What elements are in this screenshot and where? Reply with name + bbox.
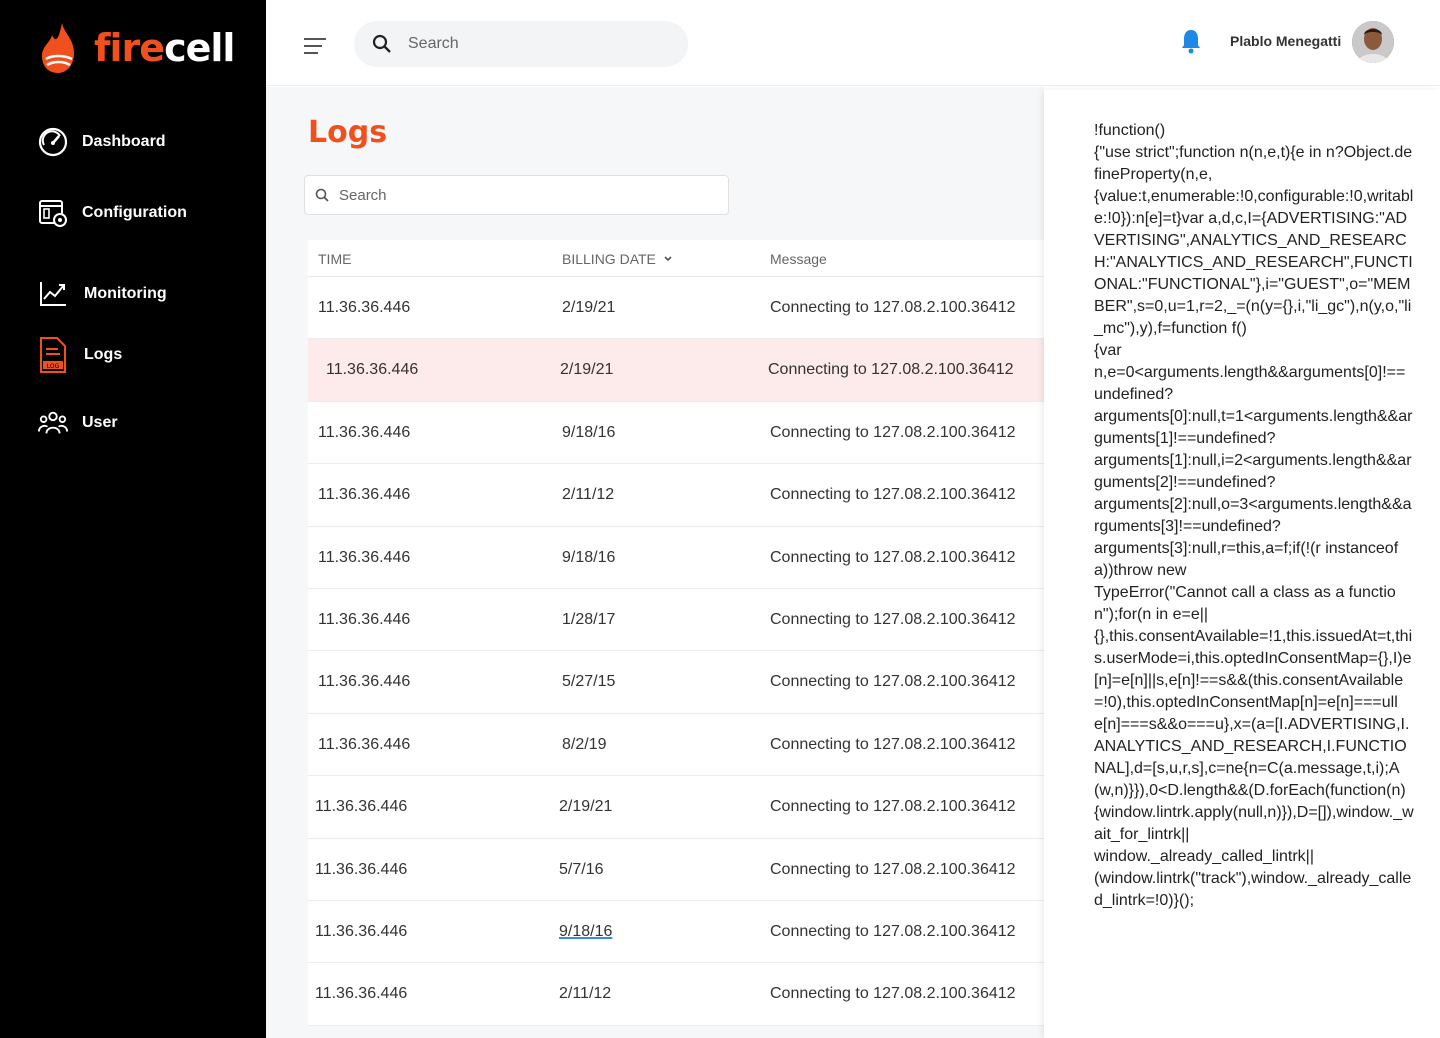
- cell-message: Connecting to 127.08.2.100.36412: [770, 486, 1016, 504]
- sidebar-item-monitoring[interactable]: Monitoring: [38, 279, 167, 309]
- brand-name: firecell: [94, 26, 235, 70]
- logs-search-box: [304, 175, 729, 215]
- brand-name-part2: cell: [164, 26, 235, 70]
- cell-billing-date: 2/19/21: [560, 361, 614, 379]
- search-icon: [372, 34, 391, 53]
- table-row[interactable]: 11.36.36.446 5/27/15 Connecting to 127.0…: [308, 651, 1044, 714]
- table-row[interactable]: 11.36.36.446 2/19/21 Connecting to 127.0…: [308, 277, 1044, 340]
- cell-billing-date: 8/2/19: [562, 735, 607, 753]
- global-search-input[interactable]: [408, 35, 658, 53]
- sidebar: firecell Dashboard Configuration Monitor…: [0, 0, 266, 1038]
- cell-billing-date: 2/11/12: [562, 486, 615, 504]
- column-header-time[interactable]: TIME: [318, 251, 351, 267]
- cell-message: Connecting to 127.08.2.100.36412: [770, 798, 1016, 816]
- cell-time: 11.36.36.446: [318, 735, 411, 753]
- column-header-billing-date-label: BILLING DATE: [562, 251, 656, 267]
- user-name[interactable]: Plablo Menegatti: [1230, 33, 1341, 49]
- cell-billing-date: 2/11/12: [559, 985, 612, 1003]
- hamburger-line: [304, 38, 326, 40]
- cell-time: 11.36.36.446: [318, 486, 411, 504]
- search-icon: [315, 188, 329, 202]
- hamburger-line: [304, 52, 318, 54]
- table-header: TIME BILLING DATE Message: [308, 240, 1044, 277]
- svg-text:LOG: LOG: [47, 363, 60, 370]
- cell-time: 11.36.36.446: [326, 361, 419, 379]
- cell-message: Connecting to 127.08.2.100.36412: [768, 361, 1014, 379]
- cell-time: 11.36.36.446: [315, 798, 408, 816]
- cell-billing-date: 5/27/15: [562, 673, 616, 691]
- cell-message: Connecting to 127.08.2.100.36412: [770, 548, 1016, 566]
- avatar[interactable]: [1352, 21, 1394, 63]
- cell-message: Connecting to 127.08.2.100.36412: [770, 610, 1016, 628]
- log-file-icon: LOG: [38, 337, 68, 373]
- main-content: Logs TIME BILLING DATE Message 11.36.36.…: [266, 87, 1044, 1038]
- column-header-billing-date[interactable]: BILLING DATE: [562, 251, 676, 267]
- cell-message: Connecting to 127.08.2.100.36412: [770, 860, 1016, 878]
- table-row[interactable]: 11.36.36.446 2/19/21 Connecting to 127.0…: [308, 776, 1044, 839]
- notification-bell-icon[interactable]: [1180, 28, 1202, 54]
- brand-name-part1: fire: [94, 26, 165, 70]
- cell-message: Connecting to 127.08.2.100.36412: [770, 985, 1016, 1003]
- speedometer-icon: [38, 127, 68, 157]
- sidebar-item-label: Monitoring: [84, 285, 167, 302]
- chart-line-icon: [38, 279, 68, 309]
- flame-logo-icon: [42, 23, 74, 73]
- cell-billing-date: 2/19/21: [559, 798, 613, 816]
- cell-billing-date: 9/18/16: [562, 548, 616, 566]
- brand-logo[interactable]: firecell: [40, 20, 235, 76]
- users-icon: [38, 408, 68, 438]
- cell-time: 11.36.36.446: [318, 673, 411, 691]
- logs-table: TIME BILLING DATE Message 11.36.36.446 2…: [308, 240, 1044, 1026]
- table-row-selected[interactable]: 11.36.36.446 2/19/21 Connecting to 127.0…: [308, 339, 1044, 402]
- cell-billing-date-link[interactable]: 9/18/16: [559, 923, 612, 941]
- sidebar-item-configuration[interactable]: Configuration: [38, 198, 187, 228]
- cell-message: Connecting to 127.08.2.100.36412: [770, 922, 1016, 940]
- hamburger-line: [304, 45, 322, 47]
- table-row[interactable]: 11.36.36.446 2/11/12 Connecting to 127.0…: [308, 464, 1044, 527]
- logs-search-input[interactable]: [339, 186, 709, 204]
- top-bar: Plablo Menegatti: [266, 0, 1440, 86]
- table-row[interactable]: 11.36.36.446 9/18/16 Connecting to 127.0…: [308, 901, 1044, 964]
- cell-billing-date: 2/19/21: [562, 299, 616, 316]
- table-row[interactable]: 11.36.36.446 9/18/16 Connecting to 127.0…: [308, 402, 1044, 465]
- cell-time: 11.36.36.446: [318, 423, 411, 441]
- sidebar-item-dashboard[interactable]: Dashboard: [38, 127, 166, 157]
- cell-message: Connecting to 127.08.2.100.36412: [770, 423, 1016, 441]
- cell-time: 11.36.36.446: [318, 548, 411, 566]
- cell-time: 11.36.36.446: [315, 922, 408, 940]
- sidebar-item-label: Configuration: [82, 204, 187, 221]
- chevron-down-icon: [664, 256, 672, 262]
- cell-billing-date: 1/28/17: [562, 610, 616, 628]
- cell-message: Connecting to 127.08.2.100.36412: [770, 673, 1016, 691]
- cell-time: 11.36.36.446: [318, 610, 411, 628]
- table-row[interactable]: 11.36.36.446 2/11/12 Connecting to 127.0…: [308, 963, 1044, 1026]
- config-gear-icon: [38, 198, 68, 228]
- cell-message: Connecting to 127.08.2.100.36412: [770, 299, 1016, 316]
- sidebar-item-label: User: [82, 414, 118, 431]
- sidebar-item-label: Dashboard: [82, 133, 166, 150]
- log-detail-panel: !function() {"use strict";function n(n,e…: [1044, 90, 1440, 1038]
- table-row[interactable]: 11.36.36.446 8/2/19 Connecting to 127.08…: [308, 714, 1044, 777]
- cell-time: 11.36.36.446: [315, 985, 408, 1003]
- table-row[interactable]: 11.36.36.446 5/7/16 Connecting to 127.08…: [308, 839, 1044, 901]
- sidebar-item-user[interactable]: User: [38, 408, 118, 438]
- cell-billing-date: 9/18/16: [562, 423, 616, 441]
- cell-message: Connecting to 127.08.2.100.36412: [770, 735, 1016, 753]
- sidebar-item-logs[interactable]: LOG Logs: [38, 337, 123, 373]
- log-detail-code: !function() {"use strict";function n(n,e…: [1094, 122, 1414, 909]
- table-row[interactable]: 11.36.36.446 1/28/17 Connecting to 127.0…: [308, 589, 1044, 652]
- cell-billing-date: 5/7/16: [559, 860, 604, 878]
- cell-time: 11.36.36.446: [318, 299, 411, 316]
- cell-time: 11.36.36.446: [315, 860, 408, 878]
- page-title: Logs: [308, 115, 388, 150]
- hamburger-menu-icon[interactable]: [304, 38, 326, 54]
- global-search-box: [354, 21, 688, 67]
- sidebar-item-label: Logs: [84, 346, 123, 363]
- table-row[interactable]: 11.36.36.446 9/18/16 Connecting to 127.0…: [308, 527, 1044, 589]
- column-header-message[interactable]: Message: [770, 251, 827, 267]
